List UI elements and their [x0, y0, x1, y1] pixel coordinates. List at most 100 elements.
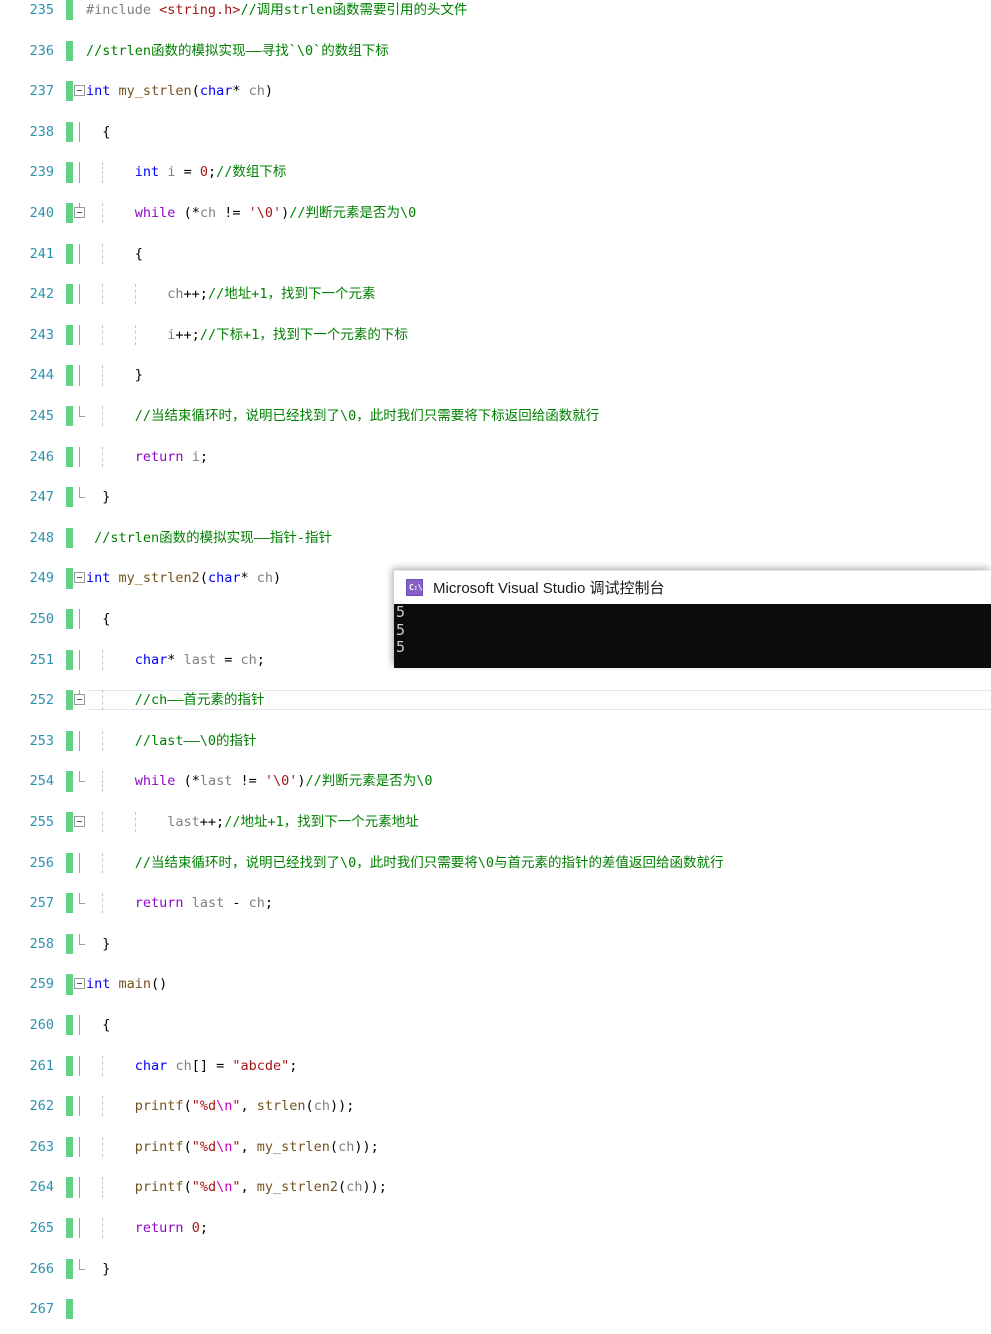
line-number: 247	[29, 489, 54, 506]
code-text: {	[86, 610, 111, 627]
line-number: 258	[29, 935, 54, 952]
change-bar	[66, 1096, 73, 1117]
code-text: printf("%d\n", strlen(ch));	[134, 1098, 355, 1115]
code-line[interactable]: 260 {	[0, 1014, 991, 1036]
change-bar	[66, 324, 73, 346]
code-text: {	[86, 245, 143, 262]
line-number: 245	[29, 407, 54, 424]
code-text: }	[86, 1260, 111, 1277]
change-bar	[66, 527, 73, 549]
line-number: 261	[29, 1057, 54, 1074]
console-app-icon: C:\	[406, 579, 423, 596]
line-number: 238	[29, 123, 54, 140]
code-line[interactable]: 240 while (*ch != '\0')//判断元素是否为\0	[0, 202, 991, 224]
code-text: return last - ch;	[134, 895, 274, 912]
code-line[interactable]: 246 return i;	[0, 446, 991, 467]
change-bar	[66, 1136, 73, 1157]
line-number: 259	[29, 976, 54, 993]
line-number: 260	[29, 1016, 54, 1033]
code-line[interactable]: 267	[0, 1299, 991, 1320]
change-bar	[66, 446, 73, 467]
code-line[interactable]: 235 #include <string.h>//调用strlen函数需要引用的…	[0, 0, 991, 21]
change-bar	[66, 405, 73, 427]
line-number: 240	[29, 204, 54, 221]
code-text: char ch[] = "abcde";	[134, 1057, 298, 1074]
line-number: 262	[29, 1098, 54, 1115]
console-output-line: 5	[396, 604, 406, 621]
code-line[interactable]: 261 char ch[] = "abcde";	[0, 1055, 991, 1076]
line-number: 263	[29, 1138, 54, 1155]
code-line[interactable]: 258 }	[0, 933, 991, 955]
code-line[interactable]: 263 printf("%d\n", my_strlen(ch));	[0, 1136, 991, 1157]
change-bar	[66, 568, 73, 589]
code-text: i++;//下标+1，找到下一个元素的下标	[167, 326, 408, 343]
code-text: #include <string.h>//调用strlen函数需要引用的头文件	[86, 2, 468, 18]
line-number: 267	[29, 1301, 54, 1318]
code-text: while (*last != '\0')//判断元素是否为\0	[134, 773, 433, 790]
change-bar	[66, 1055, 73, 1076]
line-number: 253	[29, 732, 54, 749]
change-bar	[66, 121, 73, 143]
code-text: printf("%d\n", my_strlen2(ch));	[134, 1179, 387, 1196]
code-line[interactable]: 244 }	[0, 365, 991, 386]
code-editor[interactable]: 235 #include <string.h>//调用strlen函数需要引用的…	[0, 0, 991, 1320]
code-text: //当结束循环时，说明已经找到了\0，此时我们只需要将下标返回给函数就行	[134, 407, 600, 424]
code-line[interactable]: 245 //当结束循环时，说明已经找到了\0，此时我们只需要将下标返回给函数就行	[0, 405, 991, 427]
change-bar	[66, 1258, 73, 1279]
console-titlebar[interactable]: C:\ Microsoft Visual Studio 调试控制台	[394, 570, 991, 604]
console-title: Microsoft Visual Studio 调试控制台	[433, 580, 665, 597]
console-output[interactable]: 5 5 5	[394, 604, 991, 668]
code-line[interactable]: 238 {	[0, 121, 991, 143]
code-line-current[interactable]: 252 //ch——首元素的指针	[0, 690, 991, 711]
line-number: 264	[29, 1179, 54, 1196]
change-bar	[66, 608, 73, 630]
code-line[interactable]: 264 printf("%d\n", my_strlen2(ch));	[0, 1177, 991, 1198]
line-number: 236	[29, 42, 54, 59]
code-text: int my_strlen(char* ch)	[86, 83, 274, 100]
code-line[interactable]: 241 {	[0, 243, 991, 264]
code-text: return 0;	[134, 1219, 208, 1236]
line-number: 255	[29, 813, 54, 830]
line-number: 252	[29, 692, 54, 709]
change-bar	[66, 852, 73, 873]
code-line[interactable]: 266 }	[0, 1258, 991, 1279]
code-text: {	[86, 1016, 111, 1033]
code-line[interactable]: 265 return 0;	[0, 1217, 991, 1239]
code-line[interactable]: 243 i++;//下标+1，找到下一个元素的下标	[0, 324, 991, 346]
code-text: int i = 0;//数组下标	[134, 164, 287, 181]
code-line[interactable]: 259 int main()	[0, 974, 991, 995]
code-line[interactable]: 255 last++;//地址+1，找到下一个元素地址	[0, 811, 991, 833]
code-line[interactable]: 236 //strlen函数的模拟实现——寻找`\0`的数组下标	[0, 40, 991, 61]
code-text: last++;//地址+1，找到下一个元素地址	[167, 813, 419, 830]
line-number: 243	[29, 326, 54, 343]
code-line[interactable]: 242 ch++;//地址+1，找到下一个元素	[0, 284, 991, 305]
line-number: 244	[29, 367, 54, 384]
change-bar	[66, 81, 73, 102]
change-bar	[66, 730, 73, 752]
code-line[interactable]: 254 while (*last != '\0')//判断元素是否为\0	[0, 771, 991, 792]
code-line[interactable]: 253 //last——\0的指针	[0, 730, 991, 752]
code-text: ch++;//地址+1，找到下一个元素	[167, 286, 376, 303]
code-line[interactable]: 262 printf("%d\n", strlen(ch));	[0, 1096, 991, 1117]
line-number: 248	[29, 529, 54, 546]
change-bar	[66, 933, 73, 955]
line-number: 250	[29, 610, 54, 627]
code-line[interactable]: 257 return last - ch;	[0, 893, 991, 914]
console-output-line: 5	[396, 620, 406, 639]
debug-console-window[interactable]: C:\ Microsoft Visual Studio 调试控制台 5 5 5	[394, 570, 991, 668]
code-text: //strlen函数的模拟实现——指针-指针	[94, 529, 333, 546]
code-text: //当结束循环时，说明已经找到了\0，此时我们只需要将\0与首元素的指针的差值返…	[134, 854, 724, 871]
code-line[interactable]: 247 }	[0, 487, 991, 508]
line-number: 235	[29, 2, 54, 18]
change-bar	[66, 1217, 73, 1239]
code-line[interactable]: 248 //strlen函数的模拟实现——指针-指针	[0, 527, 991, 549]
line-number: 256	[29, 854, 54, 871]
code-line[interactable]: 256 //当结束循环时，说明已经找到了\0，此时我们只需要将\0与首元素的指针…	[0, 852, 991, 873]
code-line[interactable]: 237 int my_strlen(char* ch)	[0, 81, 991, 102]
change-bar	[66, 1014, 73, 1036]
code-text: printf("%d\n", my_strlen(ch));	[134, 1138, 379, 1155]
code-line[interactable]: 239 int i = 0;//数组下标	[0, 162, 991, 183]
change-bar	[66, 974, 73, 995]
change-bar	[66, 40, 73, 61]
change-bar	[66, 365, 73, 386]
